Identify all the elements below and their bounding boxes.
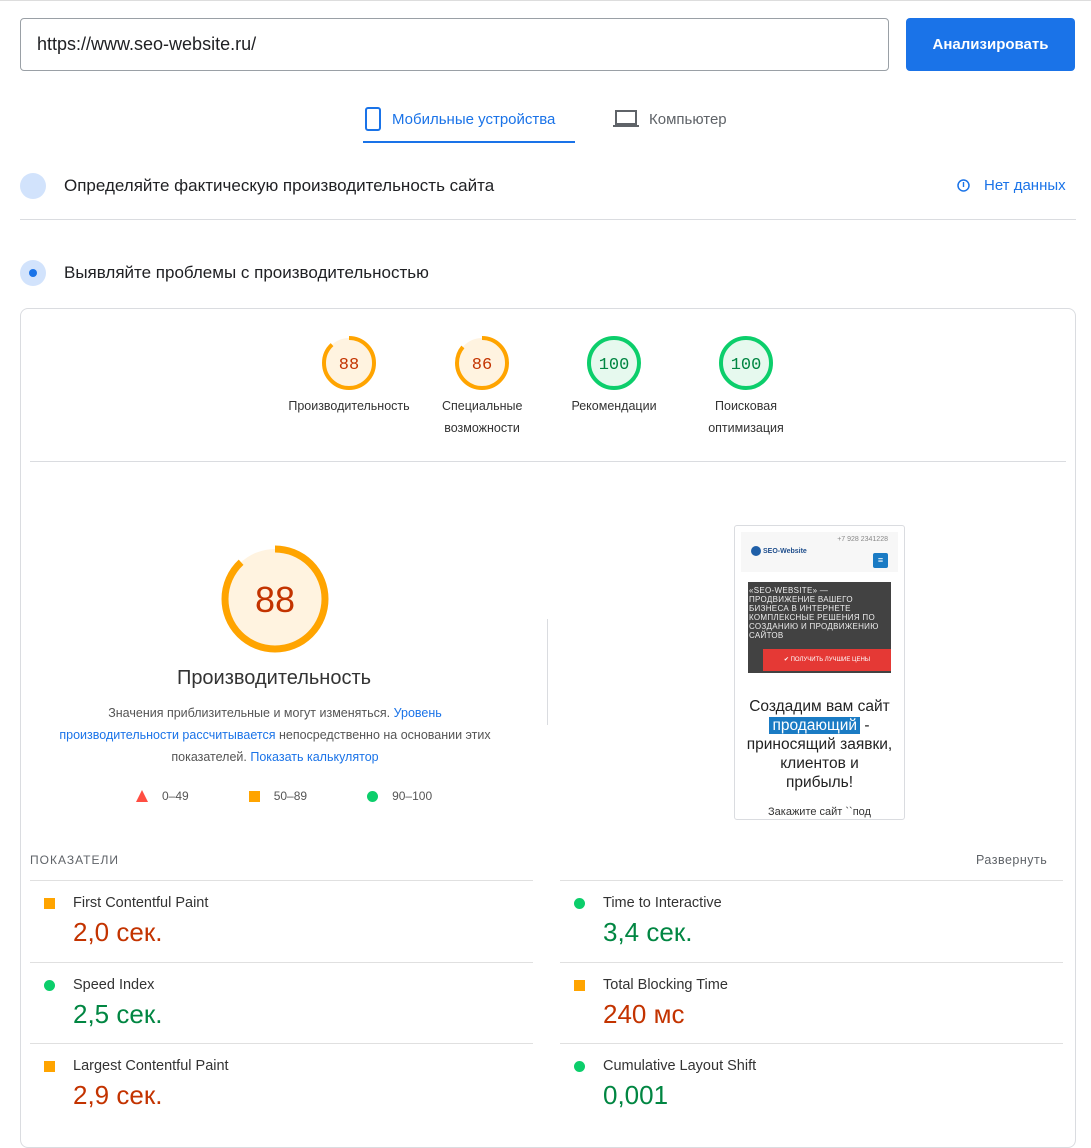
gauge-score: 100 — [599, 356, 630, 375]
metric-value: 2,9 сек. — [73, 1080, 163, 1110]
average-square-icon — [248, 790, 260, 802]
phone-number: +7 928 2341228 — [837, 536, 888, 543]
gauge-ring: 100 — [587, 336, 641, 390]
gauge-ring: 88 — [322, 336, 376, 390]
pass-circle-icon — [574, 898, 585, 909]
category-gauge[interactable]: 100 Поисковая оптимизация — [676, 335, 816, 439]
metric-name: Cumulative Layout Shift — [603, 1058, 757, 1074]
show-calculator-link[interactable]: Показать калькулятор — [250, 750, 378, 764]
info-icon — [957, 179, 970, 192]
metric-item: Time to Interactive 3,4 сек. — [560, 880, 1063, 961]
active-tab-indicator — [363, 141, 575, 143]
metric-item: Largest Contentful Paint 2,9 сек. — [30, 1043, 533, 1124]
url-input[interactable]: https://www.seo-website.ru/ — [20, 18, 889, 71]
cta-button: ✔ ПОЛУЧИТЬ ЛУЧШИЕ ЦЕНЫ — [763, 649, 891, 671]
lab-data-icon — [20, 260, 46, 286]
divider — [30, 461, 1066, 462]
hero-text: «SEO-WEBSITE» — ПРОДВИЖЕНИЕ ВАШЕГО БИЗНЕ… — [749, 586, 879, 640]
legend-average: 50–89 — [273, 789, 308, 803]
metric-item: Speed Index 2,5 сек. — [30, 961, 533, 1043]
metric-item: First Contentful Paint 2,0 сек. — [30, 880, 533, 961]
smartphone-icon — [365, 107, 381, 131]
metric-name: Largest Contentful Paint — [73, 1058, 229, 1074]
metric-name: First Contentful Paint — [73, 895, 209, 911]
analyze-button[interactable]: Анализировать — [906, 18, 1075, 71]
expand-button[interactable]: Развернуть — [976, 853, 1047, 867]
metric-value: 0,001 — [603, 1080, 669, 1110]
page-screenshot: +7 928 2341228 SEO-Website ≡ «SEO-WEBSIT… — [734, 525, 905, 820]
category-gauge[interactable]: 100 Рекомендации — [544, 335, 684, 417]
tab-mobile[interactable]: Мобильные устройства — [364, 107, 555, 131]
divider — [20, 219, 1076, 220]
average-square-icon — [44, 898, 55, 909]
performance-description: Значения приблизительные и могут изменят… — [50, 702, 500, 768]
metric-value: 2,5 сек. — [73, 998, 163, 1029]
pass-circle-icon — [574, 1061, 585, 1072]
gauge-score: 100 — [731, 356, 762, 375]
metric-name: Speed Index — [73, 976, 155, 993]
metric-value: 2,0 сек. — [73, 917, 163, 947]
tab-desktop[interactable]: Компьютер — [613, 107, 727, 131]
category-gauge[interactable]: 88 Производительность — [279, 335, 419, 417]
pass-circle-icon — [367, 790, 379, 802]
gauge-label: Специальные возможности — [442, 399, 523, 435]
divider — [547, 619, 548, 725]
logo-globe-icon — [751, 546, 761, 556]
legend-fail: 0–49 — [162, 789, 189, 803]
metric-item: Total Blocking Time 240 мс — [560, 961, 1063, 1043]
gauge-score: 88 — [255, 579, 295, 620]
site-logo: SEO-Website — [763, 547, 807, 555]
metric-name: Time to Interactive — [603, 895, 722, 911]
metric-value: 3,4 сек. — [603, 917, 693, 947]
cut-text: Закажите сайт ``под — [768, 806, 871, 818]
average-square-icon — [44, 1061, 55, 1072]
headline: Создадим вам сайт продающий - приносящий… — [746, 698, 893, 791]
performance-title: Производительность — [176, 667, 372, 689]
metric-value: 240 мс — [603, 998, 685, 1029]
legend-pass: 90–100 — [392, 789, 433, 803]
category-gauge[interactable]: 86 Специальные возможности — [412, 335, 552, 439]
lab-section-title: Выявляйте проблемы с производительностью — [64, 263, 429, 282]
average-square-icon — [574, 979, 585, 991]
laptop-icon — [613, 110, 639, 127]
field-section-title: Определяйте фактическую производительнос… — [64, 176, 495, 195]
menu-icon: ≡ — [873, 553, 888, 568]
desc-text: Значения приблизительные и могут изменят… — [108, 706, 394, 720]
gauge-score: 86 — [472, 356, 492, 375]
gauge-ring: 100 — [719, 336, 773, 390]
no-data-label: Нет данных — [984, 177, 1066, 194]
gauge-label: Рекомендации — [571, 399, 657, 413]
gauge-ring: 86 — [455, 336, 509, 390]
score-legend: 0–49 50–89 90–100 — [136, 789, 432, 803]
gauge-label: Производительность — [288, 399, 410, 413]
metric-name: Total Blocking Time — [603, 976, 728, 993]
performance-gauge-large: 88 — [220, 544, 330, 659]
field-data-icon — [20, 173, 46, 199]
gauge-score: 88 — [339, 356, 359, 375]
tab-mobile-label: Мобильные устройства — [392, 110, 556, 128]
tab-desktop-label: Компьютер — [649, 110, 727, 128]
fail-triangle-icon — [136, 790, 148, 802]
gauge-label: Поисковая оптимизация — [708, 399, 784, 435]
metric-item: Cumulative Layout Shift 0,001 — [560, 1043, 1063, 1124]
pass-circle-icon — [44, 979, 55, 991]
no-data-link[interactable]: Нет данных — [957, 177, 1066, 194]
metrics-header: ПОКАЗАТЕЛИ — [30, 853, 119, 867]
